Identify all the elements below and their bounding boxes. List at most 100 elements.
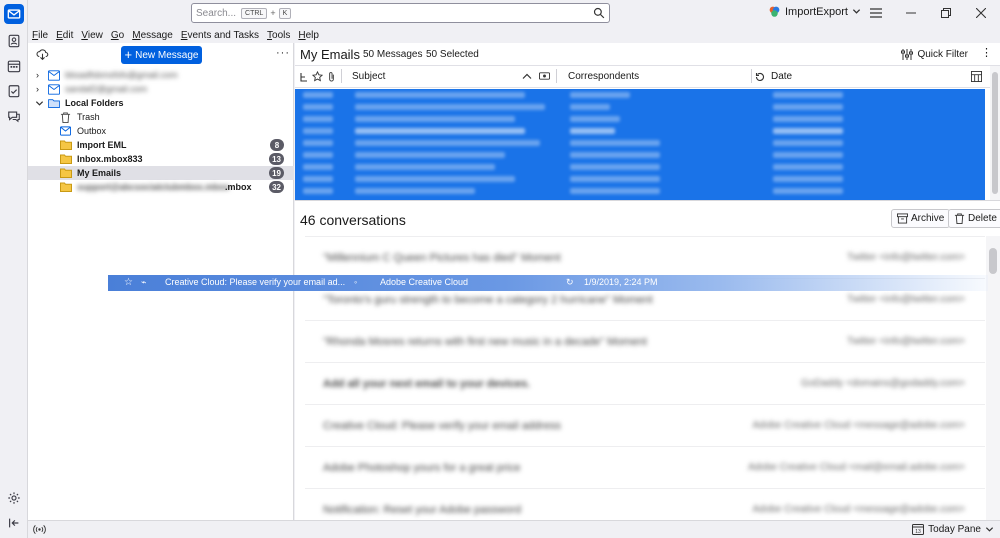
delete-button[interactable]: Delete [948, 209, 1000, 228]
collapse-spaces-icon[interactable] [4, 513, 24, 533]
menu-help[interactable]: Help [298, 30, 319, 41]
folder-mbox[interactable]: support@abcsocialclubmbox.mbox .mbox 32 [28, 180, 294, 194]
attachment-icon: ⌁ [141, 277, 147, 287]
read-status-column-icon[interactable] [539, 71, 550, 81]
chevron-down-icon [852, 9, 861, 14]
quick-filter-button[interactable]: Quick Filter [901, 49, 968, 60]
message-count: 50 Messages [363, 49, 423, 60]
menu-view[interactable]: View [81, 30, 103, 41]
attachment-column-icon[interactable] [327, 71, 336, 82]
summary-from: Twitter <info@twitter.com> [847, 336, 965, 347]
drag-subject: Creative Cloud: Please verify your email… [165, 277, 346, 287]
menu-events-and-tasks[interactable]: Events and Tasks [181, 30, 259, 41]
mail-account-icon [48, 69, 60, 81]
summary-from: Twitter <info@twitter.com> [847, 252, 965, 263]
menu-tools[interactable]: Tools [267, 30, 290, 41]
list-item[interactable]: "Millennium C Queen Pictures has died" M… [305, 236, 985, 278]
mail-space-icon[interactable] [4, 4, 24, 24]
summary-subject: Adobe Photoshop yours for a great price [323, 462, 521, 474]
new-message-button[interactable]: + New Message [121, 46, 202, 64]
table-row[interactable] [295, 137, 985, 149]
list-item[interactable]: Creative Cloud: Please verify your email… [305, 404, 985, 446]
column-picker-icon[interactable] [971, 71, 982, 82]
menu-message[interactable]: Message [132, 30, 173, 41]
correspondents-column[interactable]: Correspondents [568, 71, 639, 82]
menu-file[interactable]: File [32, 30, 48, 41]
table-row[interactable] [295, 185, 985, 197]
mail-account-icon [48, 83, 60, 95]
table-row[interactable] [295, 113, 985, 125]
archive-button[interactable]: Archive [891, 209, 951, 228]
folder-label: Trash [77, 112, 100, 122]
archive-icon [897, 213, 908, 224]
today-pane-button[interactable]: 13 Today Pane [912, 523, 994, 535]
junk-status-column-icon[interactable] [755, 72, 765, 82]
folder-inbox-mbox833[interactable]: Inbox.mbox833 13 [28, 152, 294, 166]
minimize-icon[interactable] [903, 5, 919, 21]
folder-outbox[interactable]: Outbox [28, 124, 294, 138]
multi-message-summary: 46 conversations Archive Delete "Millenn… [295, 200, 1000, 521]
unread-badge: 13 [269, 153, 284, 165]
calendar-icon[interactable] [4, 56, 24, 76]
list-item[interactable]: "Rhonda Mosres returns with first new mu… [305, 320, 985, 362]
subject-column[interactable]: Subject [352, 71, 385, 82]
thread-column-icon[interactable] [299, 72, 309, 82]
selected-count: 50 Selected [426, 49, 479, 60]
address-book-icon[interactable] [4, 31, 24, 51]
summary-from: Adobe Creative Cloud <message@adobe.com> [752, 420, 966, 431]
table-row[interactable] [295, 101, 985, 113]
folder-icon [60, 168, 72, 178]
more-options-icon[interactable]: ··· [276, 47, 290, 59]
folder-icon [60, 154, 72, 164]
tasks-icon[interactable] [4, 81, 24, 101]
table-row[interactable] [295, 125, 985, 137]
folder-trash[interactable]: Trash [28, 110, 294, 124]
conversations-count: 46 conversations [300, 212, 406, 228]
list-item[interactable]: Add all your next email to your devices.… [305, 362, 985, 404]
table-row[interactable] [295, 173, 985, 185]
folder-import-eml[interactable]: Import EML 8 [28, 138, 294, 152]
junk-status-icon: ↻ [566, 277, 574, 287]
date-column[interactable]: Date [771, 71, 792, 82]
summary-subject: "Millennium C Queen Pictures has died" M… [323, 252, 561, 264]
star-column-icon[interactable] [312, 71, 323, 82]
get-messages-icon[interactable] [36, 48, 49, 61]
online-status-icon[interactable] [33, 524, 46, 535]
menu-go[interactable]: Go [111, 30, 124, 41]
summary-from: Adobe Creative Cloud <message@adobe.com> [752, 504, 966, 515]
more-options-icon[interactable]: ⋮ [981, 46, 992, 59]
drag-feedback-row: ☆ ⌁ Creative Cloud: Please verify your e… [108, 275, 988, 291]
global-search-input[interactable]: Search... CTRL + K [191, 3, 610, 23]
profile-button[interactable]: ImportExport [768, 5, 861, 18]
folder-label: Inbox.mbox833 [77, 154, 143, 164]
delete-label: Delete [968, 213, 997, 224]
menu-edit[interactable]: Edit [56, 30, 73, 41]
restore-icon[interactable] [938, 5, 954, 21]
chat-icon[interactable] [4, 106, 24, 126]
account-row[interactable]: › bbsadfsbmsfsfs@gmail.com [28, 68, 294, 82]
folder-my-emails[interactable]: My Emails 19 [28, 166, 294, 180]
message-list-scrollbar[interactable] [990, 66, 1000, 200]
star-icon: ☆ [124, 277, 133, 288]
summary-subject: "Rhonda Mosres returns with first new mu… [323, 336, 647, 348]
expand-chevron-icon[interactable]: › [36, 70, 39, 80]
app-menu-icon[interactable] [868, 5, 884, 21]
close-icon[interactable] [973, 5, 989, 21]
local-folders-row[interactable]: Local Folders [28, 96, 294, 110]
search-icon[interactable] [593, 7, 605, 19]
folder-label: My Emails [77, 168, 122, 178]
search-placeholder: Search... [196, 7, 237, 19]
read-dot-icon: ◦ [354, 277, 358, 287]
summary-scrollbar[interactable] [986, 236, 1000, 521]
account-row[interactable]: › sandaf2@gmail.com [28, 82, 294, 96]
expand-chevron-icon[interactable]: › [36, 84, 39, 94]
table-row[interactable] [295, 161, 985, 173]
settings-gear-icon[interactable] [4, 488, 24, 508]
list-item[interactable]: Adobe Photoshop yours for a great price A… [305, 446, 985, 488]
collapse-chevron-icon[interactable] [35, 99, 44, 108]
table-row[interactable] [295, 89, 985, 101]
selected-threads-list[interactable] [295, 89, 985, 200]
sort-up-chevron-icon[interactable] [522, 72, 532, 80]
account-name: bbsadfsbmsfsfs@gmail.com [65, 70, 178, 80]
table-row[interactable] [295, 149, 985, 161]
